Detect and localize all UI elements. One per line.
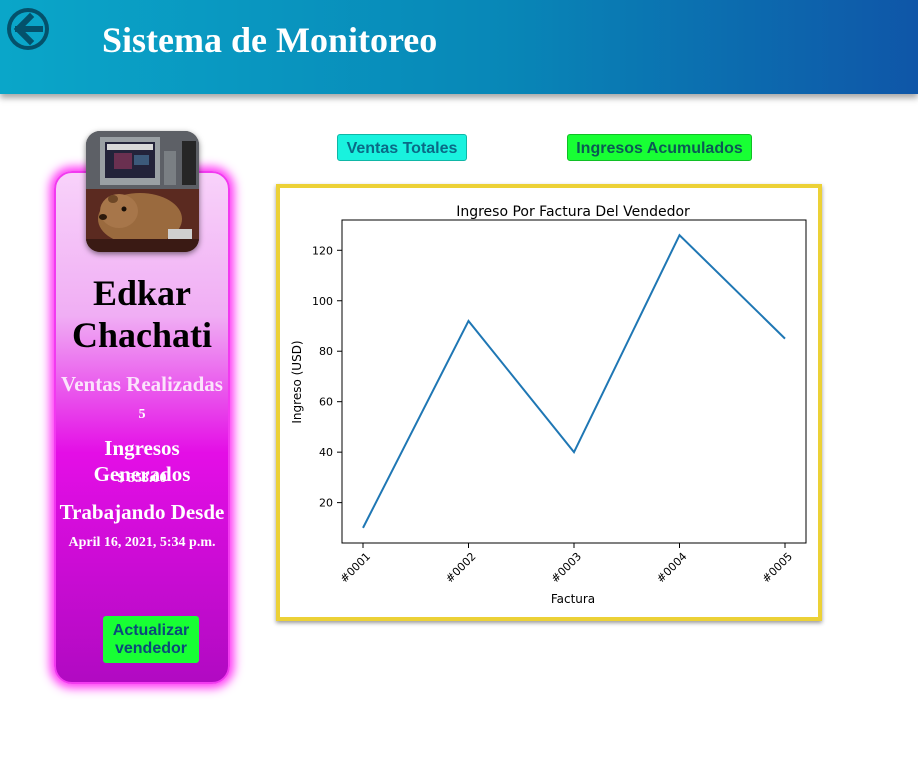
y-tick-label: 20 xyxy=(319,497,333,510)
arrow-left-icon xyxy=(11,12,45,46)
y-tick-label: 120 xyxy=(312,244,333,257)
y-tick-label: 40 xyxy=(319,446,333,459)
plot-area xyxy=(341,219,807,544)
back-button[interactable] xyxy=(7,8,49,50)
total-sales-button[interactable]: Ventas Totales xyxy=(337,134,467,161)
update-button-line2: vendedor xyxy=(114,639,187,657)
since-label: Trabajando Desde xyxy=(59,500,225,524)
income-chart: Ingreso Por Factura Del Vendedor 20 40 60 8… xyxy=(276,184,822,621)
series-line xyxy=(362,233,786,529)
header-bar: Sistema de Monitoreo xyxy=(0,0,918,94)
x-tick-label: #0002 xyxy=(443,550,479,586)
seller-last-name: Chachati xyxy=(71,315,212,355)
update-button-line1: Actualizar xyxy=(112,621,190,639)
y-axis-label: Ingreso (USD) xyxy=(290,340,304,423)
x-tick-label: #0005 xyxy=(760,550,796,586)
chart-title: Ingreso Por Factura Del Vendedor xyxy=(456,204,690,220)
x-axis-label: Factura xyxy=(551,592,595,606)
x-tick-label: #0004 xyxy=(654,550,690,586)
sales-value: 5 xyxy=(138,407,146,422)
accumulated-income-button[interactable]: Ingresos Acumulados xyxy=(567,134,752,161)
seller-avatar xyxy=(86,131,199,252)
seller-first-name: Edkar xyxy=(92,273,192,313)
page-title: Sistema de Monitoreo xyxy=(102,20,438,60)
income-value: $ 353.00 xyxy=(117,471,167,486)
y-tick-label: 60 xyxy=(319,396,333,409)
y-tick-label: 100 xyxy=(312,295,333,308)
seller-name: Edkar Chachati xyxy=(54,272,230,356)
x-tick-label: #0003 xyxy=(549,550,585,586)
income-chart-svg: Ingreso Por Factura Del Vendedor 20 40 60 8… xyxy=(290,204,807,606)
y-tick-label: 80 xyxy=(319,345,333,358)
since-value: April 16, 2021, 5:34 p.m. xyxy=(68,535,216,550)
x-tick-label: #0001 xyxy=(338,550,374,586)
sales-label: Ventas Realizadas xyxy=(61,372,223,396)
update-seller-button[interactable]: Actualizar vendedor xyxy=(103,616,199,663)
